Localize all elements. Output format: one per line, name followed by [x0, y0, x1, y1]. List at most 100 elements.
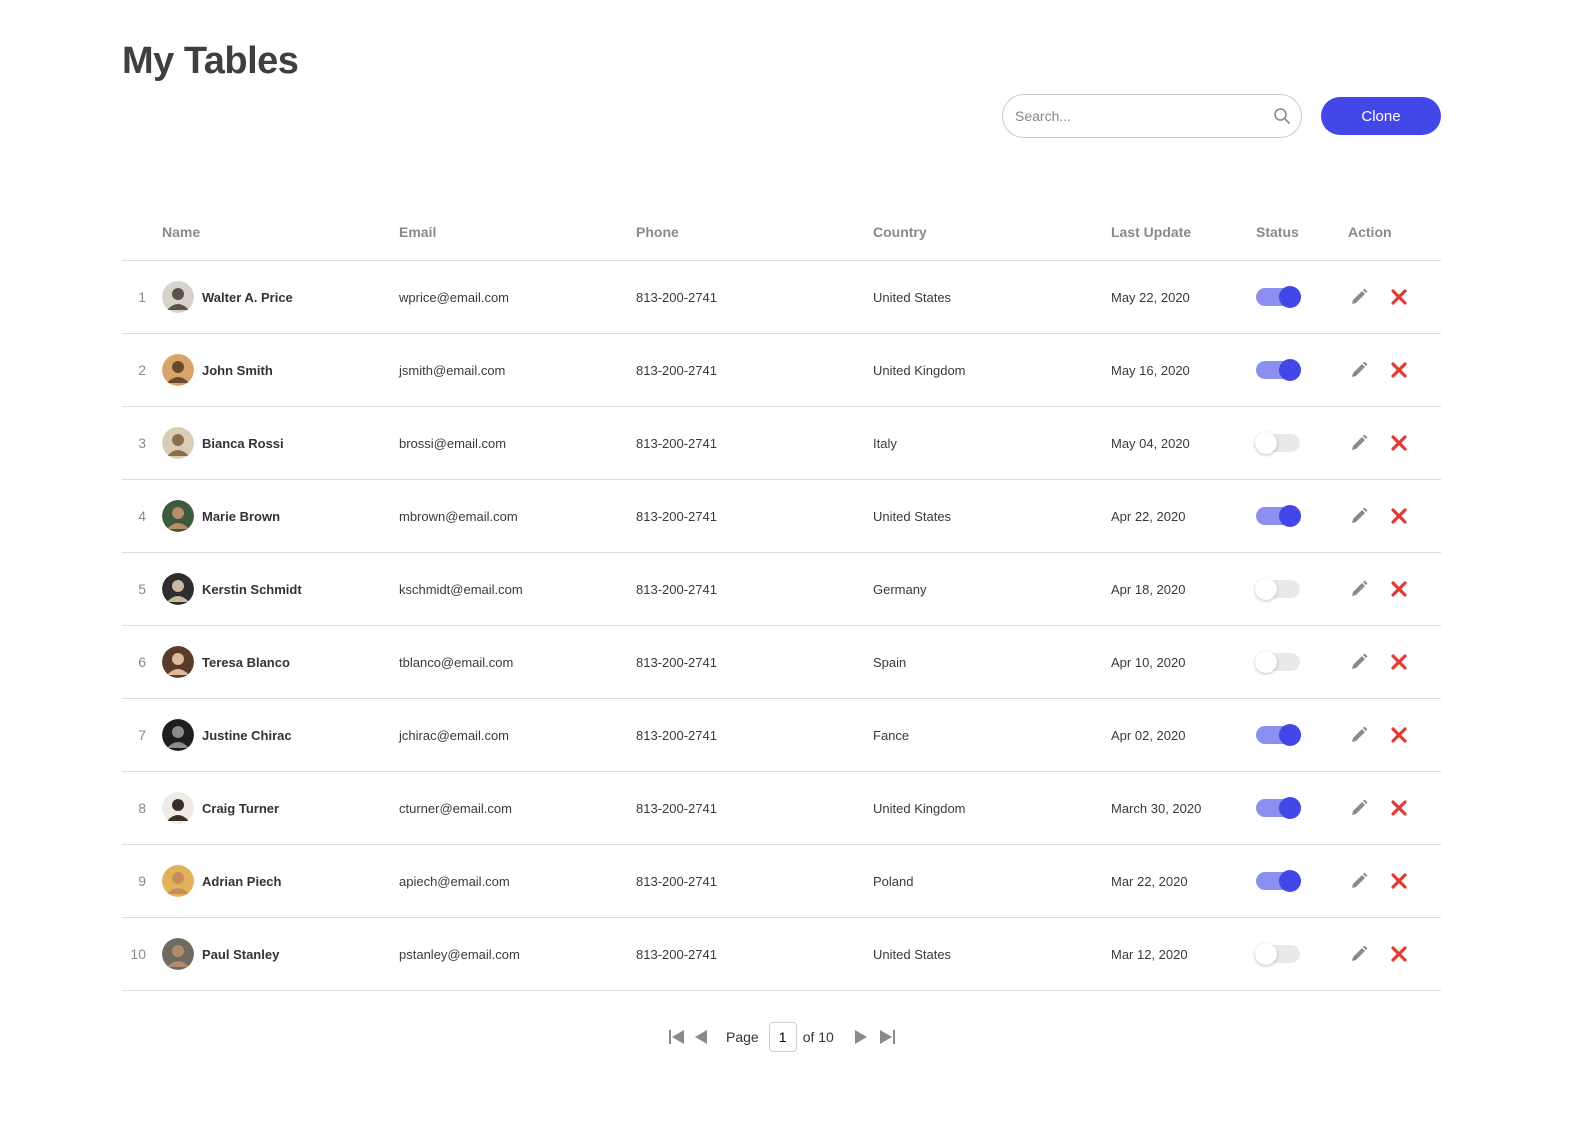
email-cell: pstanley@email.com [399, 946, 520, 962]
row-number: 4 [138, 508, 146, 524]
pencil-icon[interactable] [1348, 797, 1370, 819]
page-number-input[interactable] [768, 1022, 797, 1052]
pencil-icon[interactable] [1348, 651, 1370, 673]
page: My Tables Clone Name Email Phone Country… [0, 0, 1570, 1142]
table-row: 1 Walter A. Price wprice@email.com 813-200-… [122, 261, 1441, 334]
last-update-cell: Mar 12, 2020 [1111, 946, 1188, 962]
search-input[interactable] [1015, 95, 1265, 137]
country-cell: United States [873, 946, 952, 962]
email-cell: jsmith@email.com [399, 362, 506, 378]
pencil-icon[interactable] [1348, 432, 1370, 454]
column-header-country[interactable]: Country [873, 224, 927, 240]
status-cell [1256, 845, 1301, 917]
status-toggle[interactable] [1256, 724, 1301, 746]
pencil-icon[interactable] [1348, 505, 1370, 527]
status-toggle[interactable] [1256, 870, 1301, 892]
close-icon[interactable] [1388, 286, 1410, 308]
status-toggle[interactable] [1255, 651, 1300, 673]
page-label: Page [726, 1029, 759, 1045]
last-update-cell: May 16, 2020 [1111, 362, 1190, 378]
status-toggle[interactable] [1256, 286, 1301, 308]
search-box[interactable] [1002, 94, 1302, 138]
last-page-icon[interactable] [878, 1029, 896, 1045]
column-header-email[interactable]: Email [399, 224, 436, 240]
status-toggle[interactable] [1255, 432, 1300, 454]
pencil-icon[interactable] [1348, 286, 1370, 308]
close-icon[interactable] [1388, 432, 1410, 454]
column-header-last-update[interactable]: Last Update [1111, 224, 1191, 240]
row-number: 5 [138, 581, 146, 597]
clone-button[interactable]: Clone [1321, 97, 1441, 135]
country-cell: United States [873, 508, 952, 524]
table-row: 8 Craig Turner cturner@email.com 813-200-27… [122, 772, 1441, 845]
close-icon[interactable] [1388, 797, 1410, 819]
last-update-cell: Apr 22, 2020 [1111, 508, 1186, 524]
users-table: Name Email Phone Country Last Update Sta… [122, 203, 1441, 991]
pencil-icon[interactable] [1348, 359, 1370, 381]
user-name: Adrian Piech [202, 873, 282, 889]
pencil-icon[interactable] [1348, 578, 1370, 600]
toggle-knob [1279, 870, 1301, 892]
status-cell [1255, 407, 1300, 479]
row-number: 7 [138, 727, 146, 743]
next-page-icon[interactable] [854, 1029, 868, 1045]
status-toggle[interactable] [1256, 505, 1301, 527]
status-cell [1255, 553, 1300, 625]
avatar [162, 500, 194, 532]
last-update-cell: March 30, 2020 [1111, 800, 1202, 816]
action-cell [1348, 699, 1410, 771]
status-cell [1255, 918, 1300, 990]
search-icon[interactable] [1273, 107, 1291, 125]
action-cell [1348, 626, 1410, 698]
table-row: 5 Kerstin Schmidt kschmidt@email.com 813-20… [122, 553, 1441, 626]
close-icon[interactable] [1388, 359, 1410, 381]
last-update-cell: Apr 10, 2020 [1111, 654, 1186, 670]
user-name-cell: Justine Chirac [162, 699, 292, 771]
close-icon[interactable] [1388, 651, 1410, 673]
user-name-cell: John Smith [162, 334, 273, 406]
toggle-knob [1279, 505, 1301, 527]
pencil-icon[interactable] [1348, 943, 1370, 965]
toggle-knob [1279, 724, 1301, 746]
email-cell: cturner@email.com [399, 800, 512, 816]
toggle-knob [1255, 651, 1277, 673]
first-page-icon[interactable] [668, 1029, 686, 1045]
phone-cell: 813-200-2741 [636, 873, 717, 889]
phone-cell: 813-200-2741 [636, 435, 717, 451]
table-header: Name Email Phone Country Last Update Sta… [122, 203, 1441, 261]
phone-cell: 813-200-2741 [636, 654, 717, 670]
column-header-status[interactable]: Status [1256, 224, 1299, 240]
user-name: Justine Chirac [202, 727, 292, 743]
action-cell [1348, 918, 1410, 990]
user-name: Craig Turner [202, 800, 280, 816]
prev-page-icon[interactable] [694, 1029, 708, 1045]
user-name: Walter A. Price [202, 289, 293, 305]
status-toggle[interactable] [1255, 943, 1300, 965]
phone-cell: 813-200-2741 [636, 581, 717, 597]
toggle-knob [1255, 432, 1277, 454]
toggle-knob [1255, 578, 1277, 600]
avatar [162, 281, 194, 313]
column-header-name[interactable]: Name [162, 224, 200, 240]
pencil-icon[interactable] [1348, 870, 1370, 892]
close-icon[interactable] [1388, 870, 1410, 892]
action-cell [1348, 261, 1410, 333]
status-toggle[interactable] [1256, 797, 1301, 819]
row-number: 9 [138, 873, 146, 889]
user-name-cell: Craig Turner [162, 772, 279, 844]
close-icon[interactable] [1388, 578, 1410, 600]
user-name: Marie Brown [202, 508, 281, 524]
table-body: 1 Walter A. Price wprice@email.com 813-200-… [122, 261, 1441, 991]
close-icon[interactable] [1388, 505, 1410, 527]
status-toggle[interactable] [1256, 359, 1301, 381]
close-icon[interactable] [1388, 724, 1410, 746]
action-cell [1348, 407, 1410, 479]
close-icon[interactable] [1388, 943, 1410, 965]
avatar [162, 792, 194, 824]
status-toggle[interactable] [1255, 578, 1300, 600]
avatar [162, 938, 194, 970]
country-cell: Spain [873, 654, 907, 670]
column-header-phone[interactable]: Phone [636, 224, 679, 240]
pencil-icon[interactable] [1348, 724, 1370, 746]
user-name: Bianca Rossi [202, 435, 284, 451]
